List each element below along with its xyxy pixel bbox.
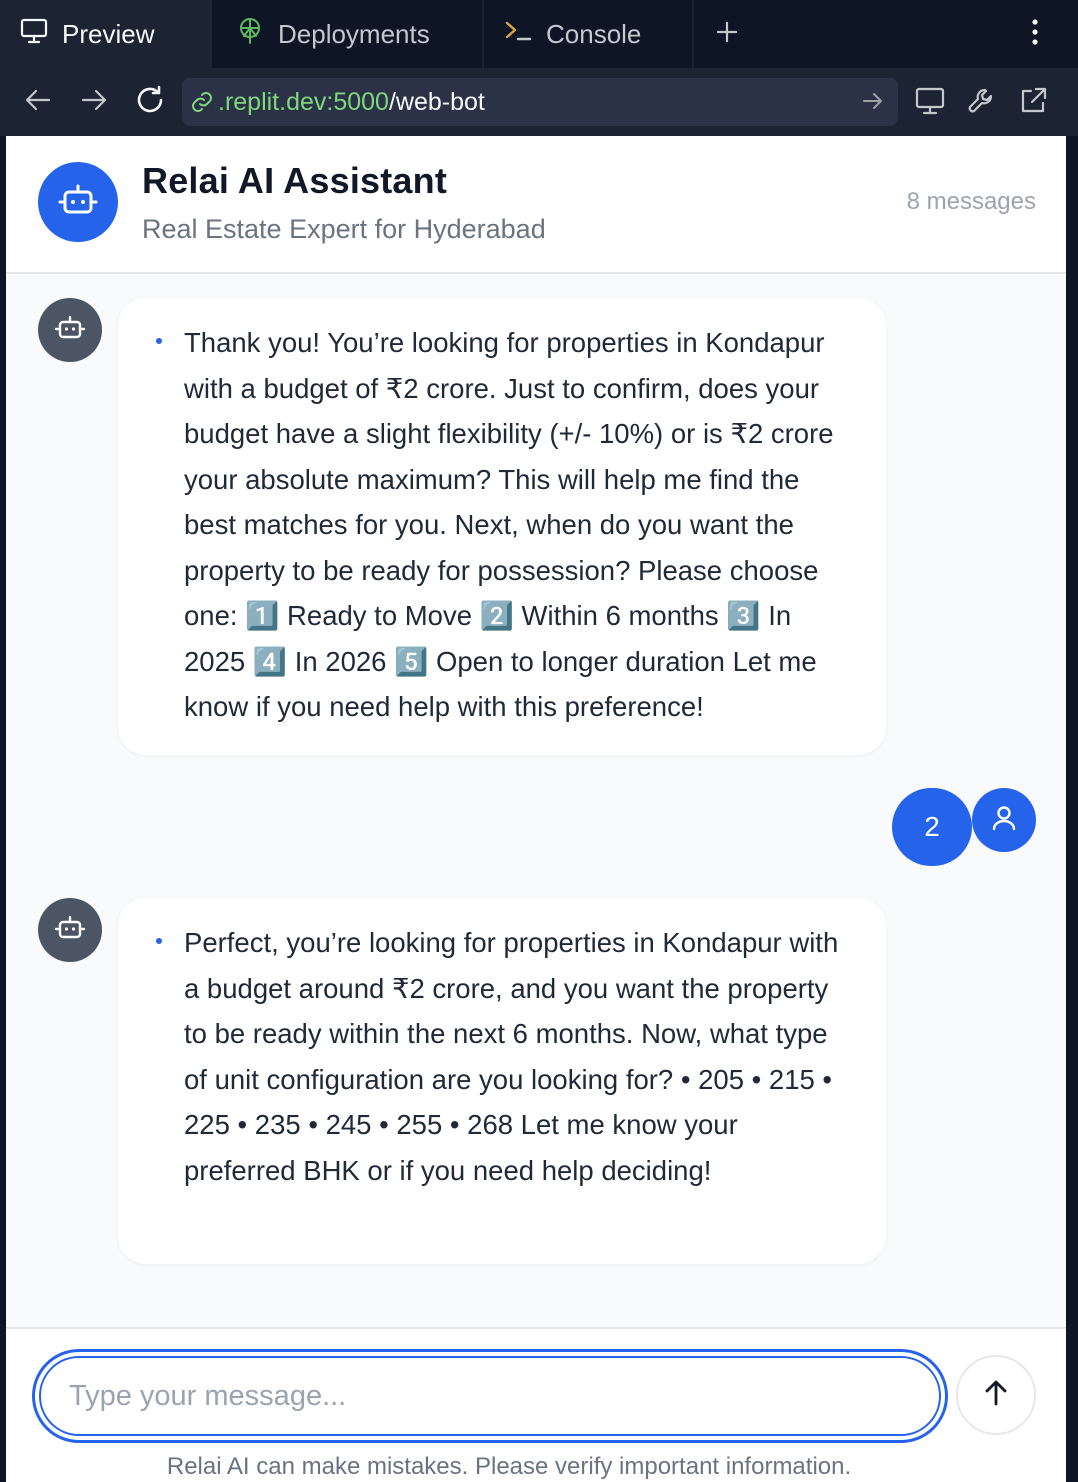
deployments-icon [236,17,264,52]
open-external-icon[interactable] [1018,86,1048,121]
plus-icon [716,19,738,50]
bot-message-bubble: Thank you! You’re looking for properties… [118,298,886,755]
message-count: 8 messages [906,188,1036,215]
wrench-icon[interactable] [966,86,996,121]
add-tab-button[interactable] [694,0,760,68]
vertical-dots-icon [1031,18,1039,50]
user-message-bubble: 2 [892,788,972,866]
user-avatar [972,788,1036,852]
robot-icon [54,312,86,349]
disclaimer-text: Relai AI can make mistakes. Please verif… [166,1453,852,1480]
url-field[interactable]: .replit.dev:5000/web-bot [182,78,898,126]
assistant-logo [38,162,118,242]
message-input-focus-ring [32,1349,948,1443]
tab-label: Console [546,18,642,49]
bullet-dot [156,938,162,944]
link-icon [190,90,214,114]
page-subtitle: Real Estate Expert for Hyderabad [142,214,546,244]
forward-button[interactable] [66,74,122,130]
url-host: .replit.dev:5000 [218,87,389,116]
terminal-icon [504,19,532,50]
bot-message-bubble: Perfect, you’re looking for properties i… [118,898,886,1264]
send-button[interactable] [956,1355,1036,1435]
ide-tab-bar: Preview Deployments Console [0,0,1078,68]
bot-avatar [38,898,102,962]
tab-console[interactable]: Console [484,0,694,68]
tab-label: Deployments [278,18,430,49]
tab-preview[interactable]: Preview [0,0,212,68]
back-button[interactable] [10,74,66,130]
monitor-icon [20,18,48,51]
chat-app: Relai AI Assistant Real Estate Expert fo… [6,136,1066,1482]
reload-icon [135,85,165,120]
message-text: Perfect, you’re looking for properties i… [184,927,839,1186]
message-input[interactable] [39,1356,941,1436]
tab-label: Preview [62,18,155,49]
chat-header: Relai AI Assistant Real Estate Expert fo… [6,136,1066,274]
go-arrow-icon[interactable] [862,90,884,119]
device-monitor-icon[interactable] [914,86,946,121]
reload-button[interactable] [122,74,178,130]
url-path: /web-bot [388,87,485,116]
robot-icon [56,178,100,227]
arrow-right-icon [81,88,107,117]
message-text: Thank you! You’re looking for properties… [184,327,834,722]
more-options-button[interactable] [992,0,1078,68]
preview-url-bar: .replit.dev:5000/web-bot [0,68,1078,136]
bot-avatar [38,298,102,362]
tab-deployments[interactable]: Deployments [212,0,484,68]
user-icon [989,803,1019,838]
tab-spacer [760,0,992,68]
robot-icon [54,912,86,949]
arrow-up-icon [982,1379,1010,1412]
arrow-left-icon [25,88,51,117]
bullet-dot [156,338,162,344]
page-title: Relai AI Assistant [142,160,448,201]
message-text: 2 [924,811,940,842]
chat-composer: Relai AI can make mistakes. Please verif… [6,1327,1066,1482]
